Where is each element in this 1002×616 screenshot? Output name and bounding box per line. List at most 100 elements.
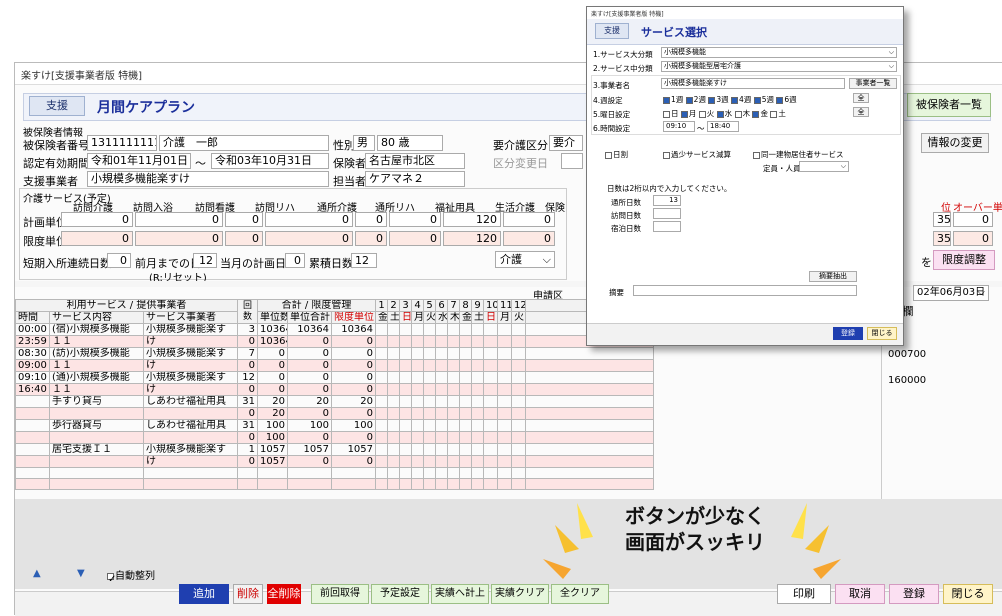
day-cell[interactable] — [387, 371, 401, 384]
table-row[interactable]: 09:00 １１ け 0 0 0 0 — [15, 359, 655, 372]
day-rest[interactable] — [525, 419, 655, 432]
day-cell[interactable] — [387, 431, 401, 444]
day-cell[interactable] — [483, 347, 499, 360]
checkbox-icon[interactable] — [708, 96, 716, 104]
cat2-select[interactable]: 小規模多機能型居宅介護 ⌵ — [661, 61, 897, 72]
day-cell[interactable] — [423, 335, 437, 348]
day-cell[interactable] — [411, 395, 425, 408]
day-rest[interactable] — [525, 443, 655, 456]
day-cell[interactable] — [447, 371, 461, 384]
checkbox-icon[interactable] — [698, 110, 706, 118]
cnt2-field[interactable] — [653, 208, 681, 219]
checkbox-icon[interactable] — [752, 110, 760, 118]
day-cell[interactable] — [497, 431, 513, 444]
day-cell[interactable] — [435, 431, 449, 444]
day-cell[interactable] — [447, 335, 461, 348]
day-cell[interactable] — [399, 359, 413, 372]
table-row[interactable]: 0 20 0 0 — [15, 407, 655, 420]
manager-field[interactable]: ケアマネ２ — [365, 171, 465, 187]
day-cell[interactable] — [423, 455, 437, 468]
day-cell[interactable] — [471, 359, 485, 372]
day-cell[interactable] — [459, 335, 473, 348]
day-cell[interactable] — [435, 371, 449, 384]
day-cell[interactable] — [375, 347, 389, 360]
day-cell[interactable] — [447, 359, 461, 372]
day-cell[interactable] — [411, 383, 425, 396]
checkbox-icon[interactable] — [776, 96, 784, 104]
period-from-field[interactable]: 令和01年11月01日 — [87, 153, 191, 169]
day-cell[interactable] — [483, 395, 499, 408]
day-cell[interactable] — [497, 455, 513, 468]
table-row[interactable] — [15, 467, 655, 479]
day-cell[interactable] — [375, 383, 389, 396]
day-cell[interactable] — [423, 347, 437, 360]
month-plan-field[interactable]: 0 — [285, 253, 305, 268]
day-cell[interactable] — [399, 383, 413, 396]
day-cell[interactable] — [447, 395, 461, 408]
cumulative-field[interactable]: 12 — [351, 253, 377, 268]
day-cell[interactable] — [423, 359, 437, 372]
day-cell[interactable] — [399, 323, 413, 336]
day-cell[interactable] — [483, 359, 499, 372]
table-row[interactable]: 0 100 0 0 — [15, 431, 655, 444]
day-cell[interactable] — [411, 455, 425, 468]
day-cell[interactable] — [459, 443, 473, 456]
checkbox-icon[interactable] — [663, 110, 670, 118]
summary-field[interactable] — [633, 285, 857, 296]
day-cell[interactable] — [399, 419, 413, 432]
day-cell[interactable] — [399, 335, 413, 348]
day-cell[interactable] — [435, 323, 449, 336]
day-cell[interactable] — [447, 455, 461, 468]
day-cell[interactable] — [447, 431, 461, 444]
day-cell[interactable] — [459, 431, 473, 444]
limit-adjust-button[interactable]: 限度調整 — [933, 250, 995, 270]
day-cell[interactable] — [497, 347, 513, 360]
move-down-icon[interactable]: ▼ — [77, 568, 85, 579]
day-cell[interactable] — [483, 443, 499, 456]
day-rest[interactable] — [525, 347, 655, 360]
day-all-button[interactable]: 全 — [853, 107, 869, 117]
add-button[interactable]: 追加 — [179, 584, 229, 604]
day-cell[interactable] — [435, 335, 449, 348]
popup-close-button[interactable]: 閉じる — [867, 327, 897, 340]
day-cell[interactable] — [459, 407, 473, 420]
day-cell[interactable] — [483, 371, 499, 384]
day-cell[interactable] — [511, 407, 527, 420]
day-cell[interactable] — [459, 395, 473, 408]
day-cell[interactable] — [447, 323, 461, 336]
day-cell[interactable] — [471, 383, 485, 396]
day-cell[interactable] — [411, 371, 425, 384]
delete-button[interactable]: 削除 — [233, 584, 263, 604]
day-cell[interactable] — [511, 443, 527, 456]
table-row[interactable]: 23:59１１け01036400 — [15, 335, 655, 348]
day-cell[interactable] — [387, 383, 401, 396]
day-cell[interactable] — [483, 335, 499, 348]
actual-clear-button[interactable]: 実績クリア — [491, 584, 549, 604]
change-date-field[interactable] — [561, 153, 583, 169]
day-rest[interactable] — [525, 383, 655, 396]
day-cell[interactable] — [511, 359, 527, 372]
insured-no-field[interactable]: 1311111111 — [87, 135, 157, 151]
opt-daily[interactable]: 日割 — [605, 149, 628, 160]
day-cell[interactable] — [411, 419, 425, 432]
day-cell[interactable] — [387, 443, 401, 456]
day-cell[interactable] — [435, 407, 449, 420]
day-cell[interactable] — [511, 455, 527, 468]
day-cell[interactable] — [387, 407, 401, 420]
day-cell[interactable] — [471, 419, 485, 432]
table-row[interactable]: 歩行器貸与 しあわせ福祉用具 31 100 100 100 — [15, 419, 655, 432]
day-cell[interactable] — [471, 431, 485, 444]
day-cell[interactable] — [399, 347, 413, 360]
table-row[interactable]: 手すり貸与 しあわせ福祉用具 31 20 20 20 — [15, 395, 655, 408]
support-field[interactable]: 小規模多機能楽すけ — [87, 171, 329, 187]
day-cell[interactable] — [459, 359, 473, 372]
care-level-field[interactable]: 要介 — [549, 135, 583, 151]
day-cell[interactable] — [423, 371, 437, 384]
day-cell[interactable] — [447, 383, 461, 396]
table-row[interactable]: 16:40 １１ け 0 0 0 0 — [15, 383, 655, 396]
checkbox-icon[interactable] — [731, 96, 739, 104]
day-cell[interactable] — [375, 419, 389, 432]
day-cell[interactable] — [459, 347, 473, 360]
day-cell[interactable] — [471, 323, 485, 336]
to-actual-button[interactable]: 実績へ計上 — [431, 584, 489, 604]
